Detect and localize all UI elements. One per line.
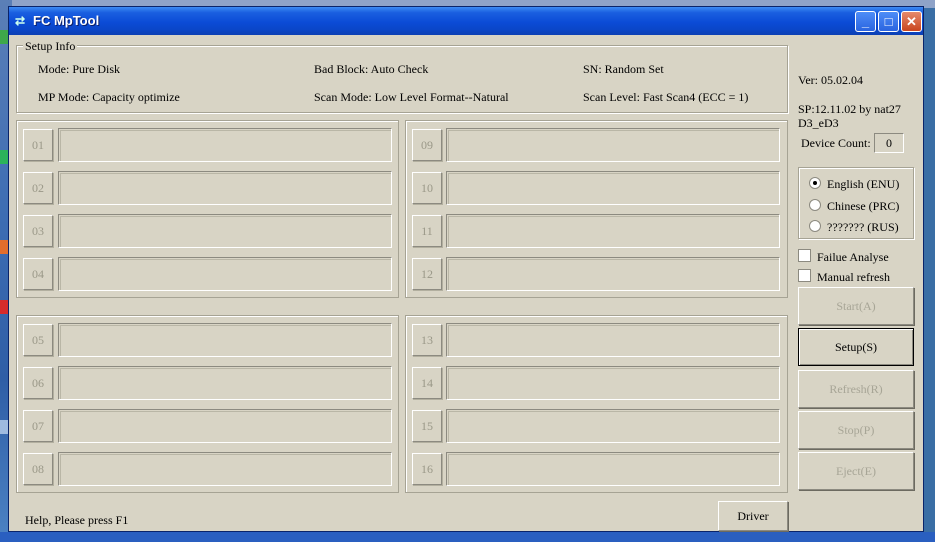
minimize-button[interactable]: _ xyxy=(855,11,876,32)
driver-button[interactable]: Driver xyxy=(718,501,788,531)
title-bar[interactable]: ⇄ FC MpTool _ □ ✕ xyxy=(9,7,923,35)
version-label: Ver: 05.02.04 xyxy=(798,73,863,87)
status-help-text: Help, Please press F1 xyxy=(25,513,129,527)
port-number: 08 xyxy=(23,453,53,485)
port-status-bar xyxy=(446,171,780,205)
radio-icon xyxy=(809,220,821,232)
port-number: 02 xyxy=(23,172,53,204)
port-status-bar xyxy=(58,323,392,357)
port-number: 07 xyxy=(23,410,53,442)
usb-icon: ⇄ xyxy=(15,14,26,28)
language-option-english[interactable]: English (ENU) xyxy=(809,177,899,192)
scan-mode-label: Scan Mode: Low Level Format--Natural xyxy=(314,90,509,104)
port-number: 09 xyxy=(412,129,442,161)
port-status-bar xyxy=(446,214,780,248)
setup-info-group: Setup Info Mode: Pure Disk Bad Block: Au… xyxy=(16,39,788,113)
port-status-bar xyxy=(58,214,392,248)
port-number: 03 xyxy=(23,215,53,247)
mode-label: Mode: Pure Disk xyxy=(38,62,120,76)
bad-block-label: Bad Block: Auto Check xyxy=(314,62,429,76)
radio-icon xyxy=(809,199,821,211)
checkbox-label: Manual refresh xyxy=(817,270,890,284)
language-option-russian[interactable]: ??????? (RUS) xyxy=(809,220,899,235)
language-label: ??????? (RUS) xyxy=(827,220,899,234)
port-number: 13 xyxy=(412,324,442,356)
start-button[interactable]: Start(A) xyxy=(798,287,914,325)
taskbar-edge xyxy=(0,532,935,542)
port-status-bar xyxy=(446,323,780,357)
port-status-bar xyxy=(446,257,780,291)
port-status-bar xyxy=(446,409,780,443)
maximize-button[interactable]: □ xyxy=(878,11,899,32)
port-number: 14 xyxy=(412,367,442,399)
port-status-bar xyxy=(58,171,392,205)
port-status-bar xyxy=(58,128,392,162)
port-status-bar xyxy=(446,452,780,486)
port-number: 10 xyxy=(412,172,442,204)
port-number: 05 xyxy=(23,324,53,356)
client-area: Setup Info Mode: Pure Disk Bad Block: Au… xyxy=(12,35,920,531)
minimize-icon: _ xyxy=(861,14,870,29)
setup-button[interactable]: Setup(S) xyxy=(798,328,914,366)
port-number: 11 xyxy=(412,215,442,247)
port-number: 15 xyxy=(412,410,442,442)
maximize-icon: □ xyxy=(884,14,893,29)
port-status-bar xyxy=(58,257,392,291)
radio-selected-icon xyxy=(809,177,821,189)
port-number: 04 xyxy=(23,258,53,290)
checkbox-label: Failue Analyse xyxy=(817,250,889,264)
scan-level-label: Scan Level: Fast Scan4 (ECC = 1) xyxy=(583,90,749,104)
sp-label: SP:12.11.02 by nat27 xyxy=(798,102,901,116)
port-number: 12 xyxy=(412,258,442,290)
sn-label: SN: Random Set xyxy=(583,62,664,76)
manual-refresh-checkbox[interactable]: Manual refresh xyxy=(798,269,890,285)
close-button[interactable]: ✕ xyxy=(901,11,922,32)
mp-mode-label: MP Mode: Capacity optimize xyxy=(38,90,180,104)
port-status-bar xyxy=(446,366,780,400)
port-number: 16 xyxy=(412,453,442,485)
fc-mptool-window: ⇄ FC MpTool _ □ ✕ Setup Info Mode: Pure … xyxy=(8,6,924,532)
port-status-bar xyxy=(446,128,780,162)
refresh-button[interactable]: Refresh(R) xyxy=(798,370,914,408)
failue-analyse-checkbox[interactable]: Failue Analyse xyxy=(798,249,889,265)
device-count-label: Device Count: xyxy=(801,136,871,150)
sp-label-continued: D3_eD3 xyxy=(798,116,839,130)
stop-button[interactable]: Stop(P) xyxy=(798,411,914,449)
checkbox-icon xyxy=(798,249,811,262)
port-number: 01 xyxy=(23,129,53,161)
language-label: Chinese (PRC) xyxy=(827,199,900,213)
port-status-bar xyxy=(58,366,392,400)
eject-button[interactable]: Eject(E) xyxy=(798,452,914,490)
close-icon: ✕ xyxy=(906,14,917,29)
window-title: FC MpTool xyxy=(33,13,100,28)
checkbox-icon xyxy=(798,269,811,282)
language-option-chinese[interactable]: Chinese (PRC) xyxy=(809,199,899,214)
port-number: 06 xyxy=(23,367,53,399)
device-count-value: 0 xyxy=(874,133,904,153)
setup-info-legend: Setup Info xyxy=(23,39,78,54)
language-label: English (ENU) xyxy=(827,177,900,191)
port-status-bar xyxy=(58,409,392,443)
port-status-bar xyxy=(58,452,392,486)
language-group: English (ENU) Chinese (PRC) ??????? (RUS… xyxy=(798,167,914,239)
